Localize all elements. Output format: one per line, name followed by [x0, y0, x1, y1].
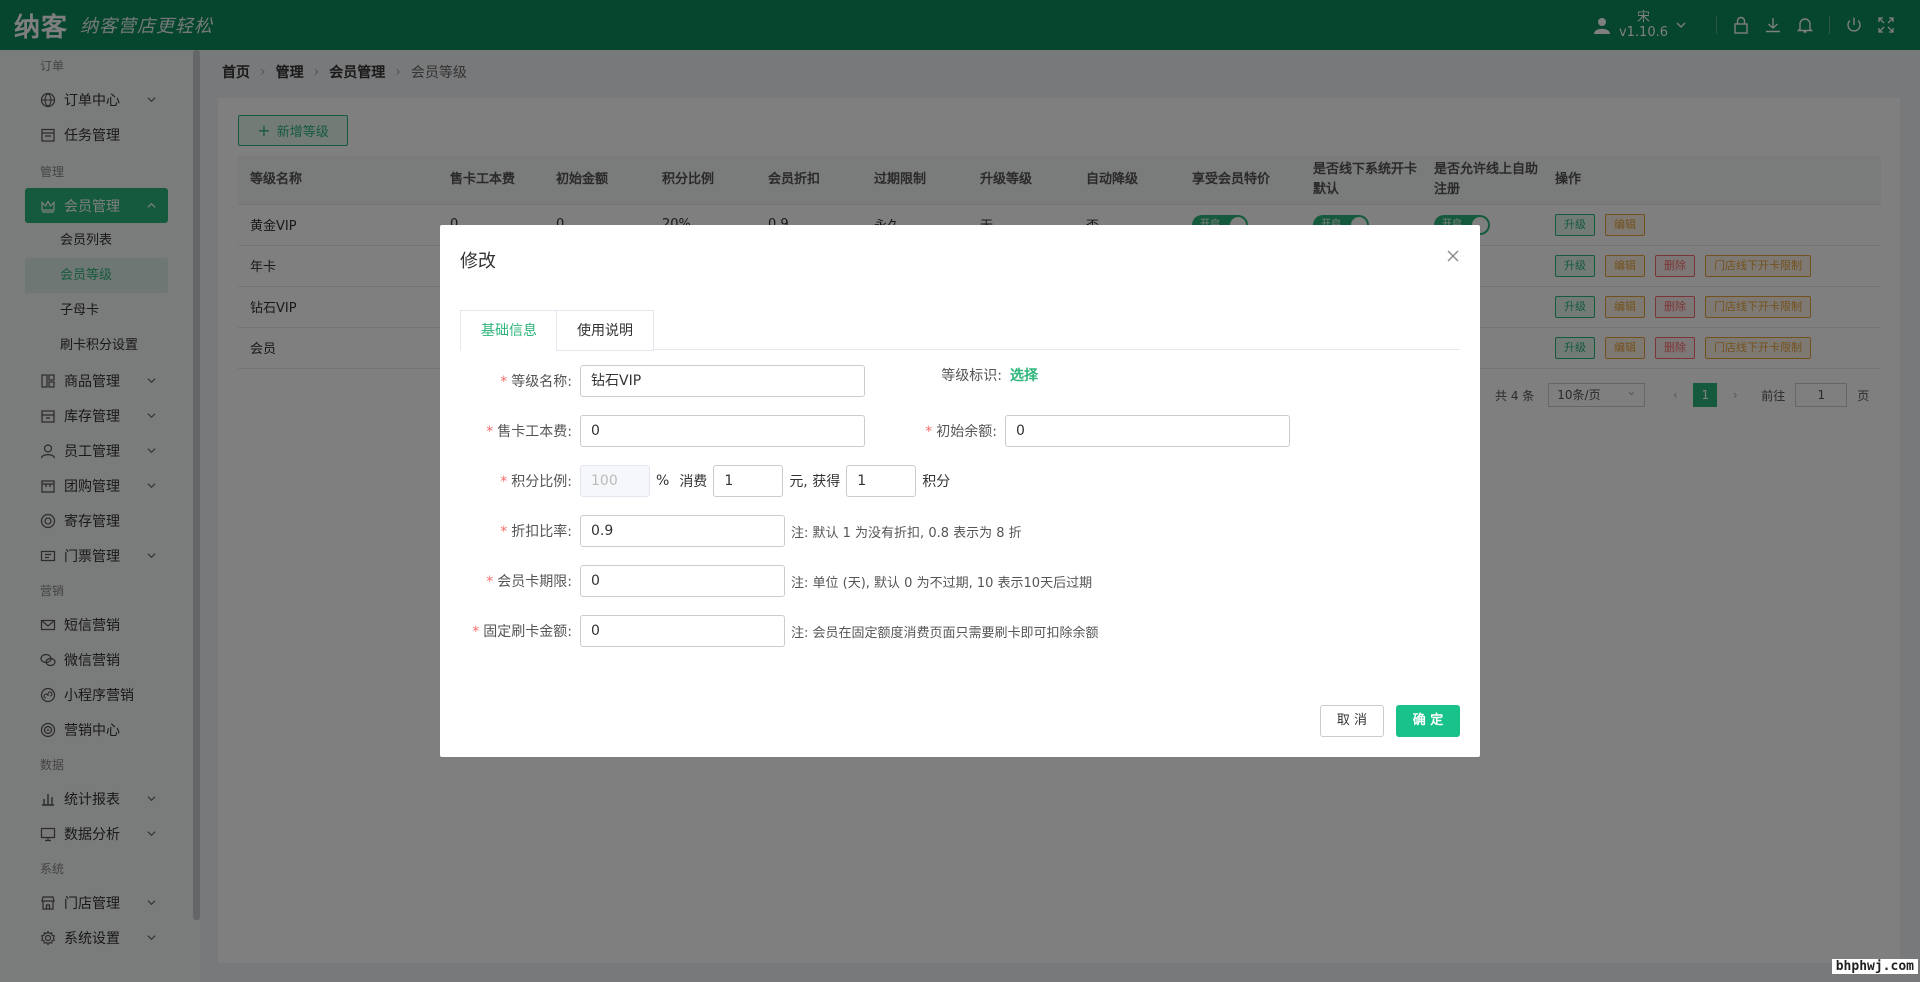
level-mark-row: 等级标识: 选择	[890, 365, 1038, 385]
edit-level-dialog: 修改 基础信息 使用说明 *等级名称: 钻石VIP 等级标识: 选择 *售卡工本…	[440, 225, 1480, 757]
discount-label: 折扣比率:	[511, 524, 572, 540]
points-ratio-row: *积分比例: 100 % 消费 1 元, 获得 1 积分	[460, 465, 950, 497]
discount-row: *折扣比率: 0.9 注: 默认 1 为没有折扣, 0.8 表示为 8 折	[460, 515, 1022, 547]
earn-label: 元, 获得	[789, 471, 840, 491]
card-fee-label: 售卡工本费:	[497, 424, 572, 440]
level-mark-label: 等级标识:	[941, 368, 1002, 384]
cancel-button[interactable]: 取 消	[1320, 705, 1384, 737]
level-name-row: *等级名称: 钻石VIP	[460, 365, 865, 397]
card-period-input[interactable]: 0	[580, 565, 785, 597]
dialog-tabs: 基础信息 使用说明	[460, 310, 1460, 350]
discount-note: 注: 默认 1 为没有折扣, 0.8 表示为 8 折	[791, 522, 1022, 541]
fixed-amount-note: 注: 会员在固定额度消费页面只需要刷卡即可扣除余额	[791, 622, 1099, 641]
fixed-amount-label: 固定刷卡金额:	[483, 624, 572, 640]
close-icon[interactable]	[1446, 249, 1460, 263]
tab-usage-instructions[interactable]: 使用说明	[556, 310, 654, 351]
init-balance-label: 初始余额:	[936, 424, 997, 440]
earn-points-input[interactable]: 1	[846, 465, 916, 497]
level-name-label: 等级名称:	[511, 374, 572, 390]
card-period-label: 会员卡期限:	[497, 574, 572, 590]
fixed-amount-input[interactable]: 0	[580, 615, 785, 647]
discount-input[interactable]: 0.9	[580, 515, 785, 547]
card-period-note: 注: 单位 (天), 默认 0 为不过期, 10 表示10天后过期	[791, 572, 1092, 591]
init-balance-row: *初始余额: 0	[885, 415, 1290, 447]
card-period-row: *会员卡期限: 0 注: 单位 (天), 默认 0 为不过期, 10 表示10天…	[460, 565, 1092, 597]
spend-amount-input[interactable]: 1	[713, 465, 783, 497]
fixed-amount-row: *固定刷卡金额: 0 注: 会员在固定额度消费页面只需要刷卡即可扣除余额	[460, 615, 1099, 647]
tab-basic-info[interactable]: 基础信息	[460, 310, 558, 351]
dialog-title: 修改	[460, 247, 496, 273]
card-fee-input[interactable]: 0	[580, 415, 865, 447]
points-unit: 积分	[922, 471, 950, 491]
confirm-button[interactable]: 确 定	[1396, 705, 1460, 737]
spend-label: 消费	[679, 471, 707, 491]
card-fee-row: *售卡工本费: 0	[460, 415, 865, 447]
percent-unit: %	[656, 473, 669, 489]
points-ratio-label: 积分比例:	[511, 474, 572, 490]
watermark-text: bhphwj.com	[1832, 959, 1918, 974]
init-balance-input[interactable]: 0	[1005, 415, 1290, 447]
level-mark-select-link[interactable]: 选择	[1010, 365, 1038, 385]
points-percent-input: 100	[580, 465, 650, 497]
level-name-input[interactable]: 钻石VIP	[580, 365, 865, 397]
